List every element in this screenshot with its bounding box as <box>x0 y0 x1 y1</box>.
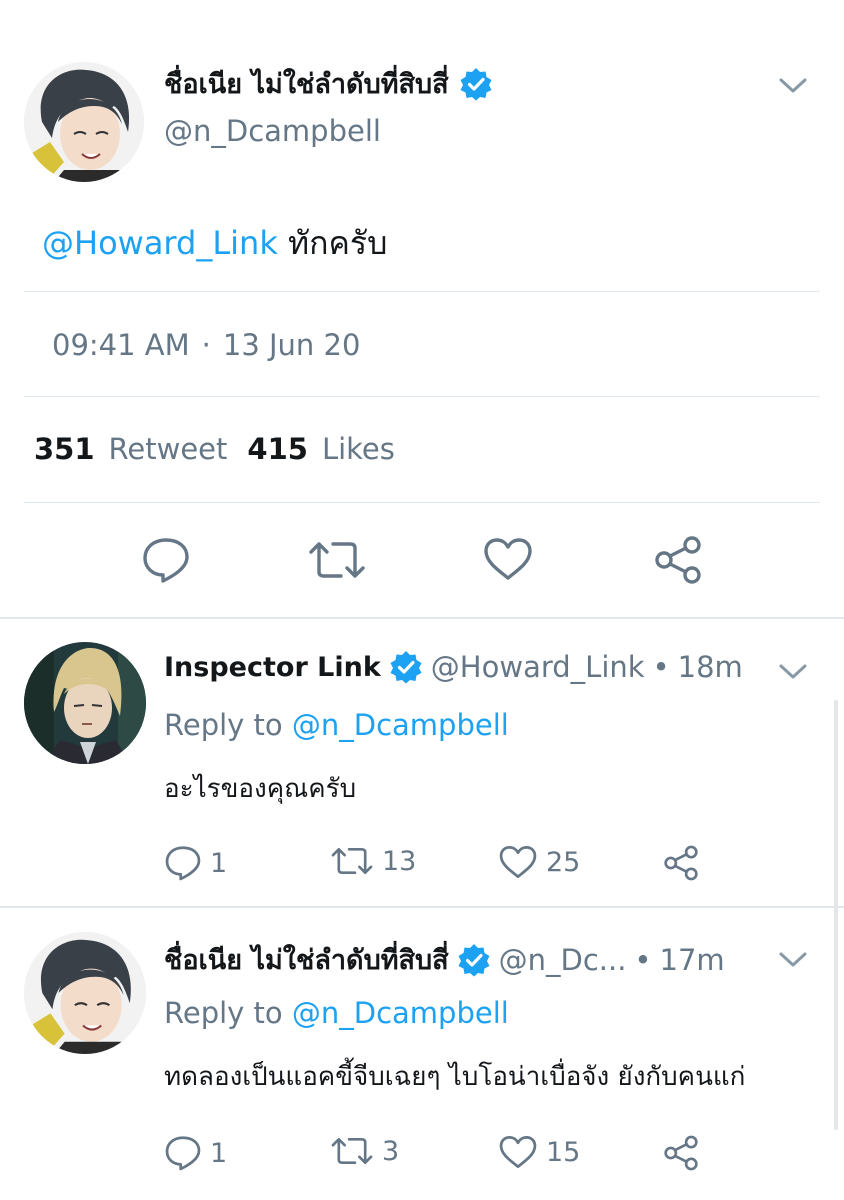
divider <box>24 502 820 503</box>
verified-badge-icon <box>459 67 493 101</box>
reply-display-name[interactable]: Inspector Link <box>164 652 381 683</box>
retweet-icon[interactable] <box>330 1134 374 1168</box>
reply-to-line: Reply to @n_Dcampbell <box>164 996 509 1030</box>
reply-time: 18m <box>677 650 743 684</box>
like-icon[interactable] <box>482 536 534 582</box>
reply-avatar[interactable] <box>24 932 146 1054</box>
main-tweet-body: @Howard_Link ทักครับ <box>42 218 387 269</box>
reply-count: 1 <box>210 1137 228 1169</box>
timestamp-separator: · <box>201 328 211 362</box>
reply-to-label: Reply to <box>164 996 283 1030</box>
share-action[interactable] <box>662 844 700 882</box>
reply-separator: • <box>652 650 670 684</box>
reply-handle[interactable]: @Howard_Link <box>431 650 645 684</box>
like-icon[interactable] <box>498 844 538 880</box>
reply-handle[interactable]: @n_Dc... <box>499 943 627 977</box>
retweet-count[interactable]: 351 <box>34 432 95 466</box>
like-count: 25 <box>546 846 581 878</box>
retweet-count: 3 <box>382 1135 400 1167</box>
main-tweet-handle[interactable]: @n_Dcampbell <box>164 114 381 148</box>
main-tweet-avatar[interactable] <box>24 62 144 182</box>
reply-time: 17m <box>659 942 725 977</box>
main-tweet-time: 09:41 AM <box>52 328 190 362</box>
divider <box>24 396 820 397</box>
divider <box>24 291 820 292</box>
reply-to-mention[interactable]: @n_Dcampbell <box>292 708 509 742</box>
reply-tweet[interactable]: Inspector Link @Howard_Link • 18m Reply … <box>0 620 844 906</box>
scrollbar[interactable] <box>834 700 838 1130</box>
reply-display-name[interactable]: ชื่อเนีย ไม่ใช่ลำดับที่สิบสี่ <box>164 938 449 981</box>
reply-actions: 1 3 15 <box>164 1134 724 1174</box>
main-tweet-stats: 351 Retweet 415 Likes <box>34 432 401 466</box>
reply-to-mention[interactable]: @n_Dcampbell <box>292 996 509 1030</box>
reply-action[interactable]: 1 <box>164 844 227 882</box>
share-action[interactable] <box>662 1134 700 1172</box>
reply-count: 1 <box>210 847 228 879</box>
share-icon[interactable] <box>662 844 700 882</box>
like-action[interactable]: 25 <box>498 844 580 880</box>
like-count: 15 <box>546 1136 581 1168</box>
reply-to-line: Reply to @n_Dcampbell <box>164 708 509 742</box>
reply-icon[interactable] <box>164 844 202 882</box>
section-divider <box>0 617 844 619</box>
main-tweet-timestamp: 09:41 AM · 13 Jun 20 <box>52 328 360 362</box>
retweet-action[interactable]: 3 <box>330 1134 399 1168</box>
share-icon[interactable] <box>652 534 704 586</box>
main-tweet-date: 13 Jun 20 <box>222 328 361 362</box>
chevron-down-icon[interactable] <box>778 950 808 970</box>
reply-to-label: Reply to <box>164 708 283 742</box>
retweet-label[interactable]: Retweet <box>109 432 228 466</box>
like-action[interactable]: 15 <box>498 1134 580 1170</box>
retweet-icon[interactable] <box>307 538 367 582</box>
main-tweet-display-name[interactable]: ชื่อเนีย ไม่ใช่ลำดับที่สิบสี่ <box>164 62 449 105</box>
verified-badge-icon <box>457 943 491 977</box>
reply-header: Inspector Link @Howard_Link • 18m <box>164 650 743 684</box>
reply-separator: • <box>634 942 652 977</box>
reply-actions: 1 13 25 <box>164 844 724 884</box>
reply-header: ชื่อเนีย ไม่ใช่ลำดับที่สิบสี่ @n_Dc... •… <box>164 938 725 981</box>
verified-badge-icon <box>389 650 423 684</box>
retweet-action[interactable]: 13 <box>330 844 416 878</box>
likes-count[interactable]: 415 <box>247 432 308 466</box>
likes-label[interactable]: Likes <box>322 432 395 466</box>
main-tweet-name-row: ชื่อเนีย ไม่ใช่ลำดับที่สิบสี่ <box>164 62 493 105</box>
main-tweet: ชื่อเนีย ไม่ใช่ลำดับที่สิบสี่ @n_Dcampbe… <box>0 0 844 618</box>
reply-text: ทดลองเป็นแอคขี้จีบเฉยๆ ไบโอน่าเบื่อจัง ย… <box>164 1062 746 1092</box>
main-tweet-mention[interactable]: @Howard_Link <box>42 224 278 262</box>
reply-action[interactable]: 1 <box>164 1134 227 1172</box>
retweet-icon[interactable] <box>330 844 374 878</box>
reply-icon[interactable] <box>164 1134 202 1172</box>
chevron-down-icon[interactable] <box>778 662 808 682</box>
reply-icon[interactable] <box>141 536 191 584</box>
reply-tweet[interactable]: ชื่อเนีย ไม่ใช่ลำดับที่สิบสี่ @n_Dc... •… <box>0 908 844 1200</box>
reply-text: อะไรของคุณครับ <box>164 774 357 804</box>
retweet-count: 13 <box>382 845 417 877</box>
reply-avatar[interactable] <box>24 642 146 764</box>
main-tweet-text: ทักครับ <box>288 224 388 262</box>
share-icon[interactable] <box>662 1134 700 1172</box>
chevron-down-icon[interactable] <box>778 76 808 96</box>
like-icon[interactable] <box>498 1134 538 1170</box>
